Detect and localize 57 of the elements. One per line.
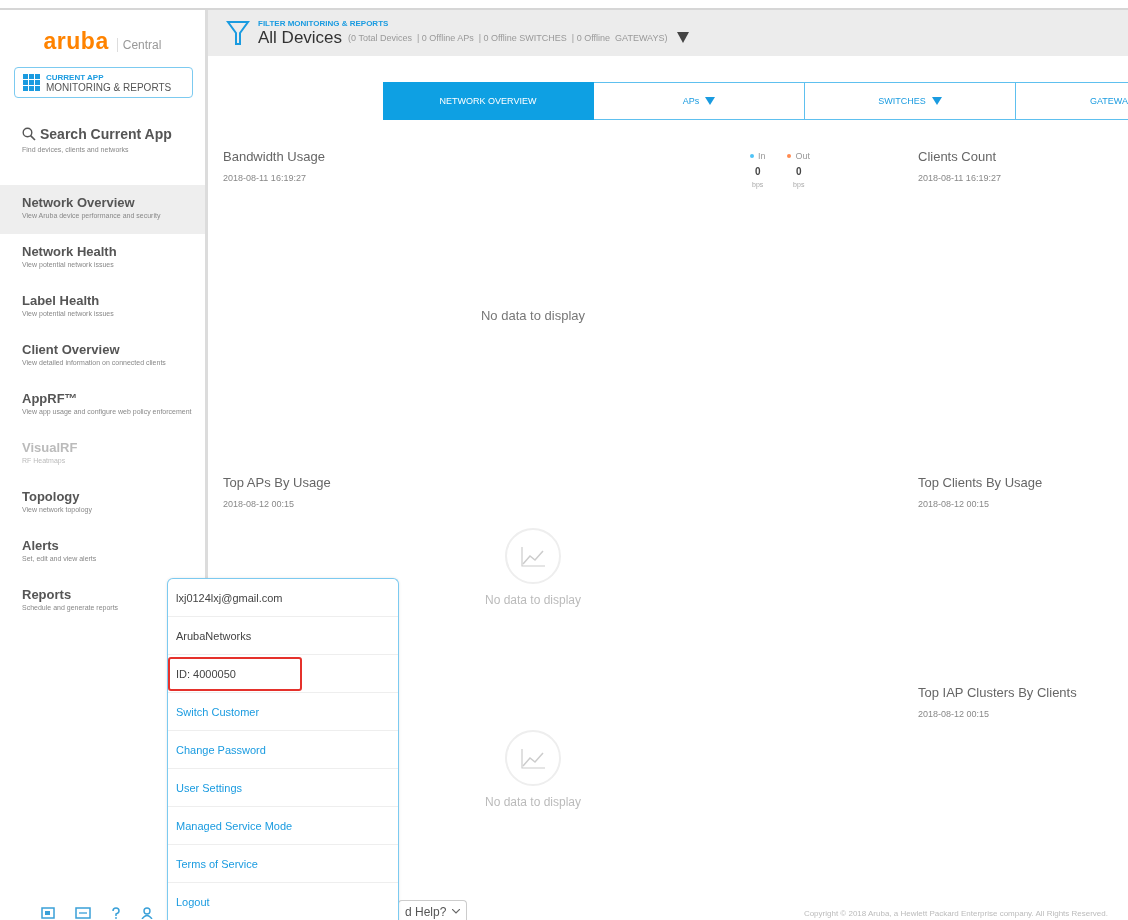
- tab[interactable]: SWITCHES: [805, 82, 1016, 120]
- search-link[interactable]: Search Current App: [40, 126, 172, 142]
- chevron-icon: [452, 909, 461, 914]
- filter-icon[interactable]: [226, 20, 250, 46]
- current-app-name: MONITORING & REPORTS: [46, 81, 172, 93]
- brand-logo: aruba: [43, 28, 109, 55]
- help-icon[interactable]: [111, 907, 121, 919]
- panel-title: Bandwidth Usage: [223, 149, 325, 164]
- user-icon[interactable]: [141, 907, 153, 919]
- product-name: Central: [116, 38, 162, 52]
- caret-icon[interactable]: [677, 32, 690, 43]
- caret-icon: [705, 97, 716, 105]
- nav-title: Client Overview: [22, 342, 121, 357]
- grid-icon: [23, 74, 40, 91]
- tab[interactable]: APs: [594, 82, 805, 120]
- menu-text: ArubaNetworks: [168, 617, 398, 655]
- panel-title: Top IAP Clusters By Clients: [918, 685, 1077, 700]
- menu-text: lxj0124lxj@gmail.com: [168, 579, 398, 617]
- empty-message: No data to display: [484, 795, 582, 809]
- nav-title: Label Health: [22, 293, 101, 308]
- empty-message: No data to display: [480, 308, 586, 323]
- device-summary: (0 Total Devices | 0 Offline APs | 0 Offline SWITCHES | 0 Offline GATEWAYS): [348, 32, 668, 43]
- menu-link[interactable]: Change Password: [168, 731, 398, 769]
- current-app-button[interactable]: CURRENT APP MONITORING & REPORTS: [14, 67, 193, 98]
- search-icon[interactable]: [22, 127, 36, 141]
- nav-title: VisualRF: [22, 440, 79, 455]
- empty-message: No data to display: [484, 593, 582, 607]
- legend-value: 0: [754, 166, 761, 177]
- panel-timestamp: 2018-08-11 16:19:27: [918, 173, 1001, 183]
- panel-title: Top Clients By Usage: [918, 475, 1043, 490]
- nav-title: AppRF™: [22, 391, 79, 406]
- empty-chart-icon: [504, 729, 562, 787]
- filter-title: All Devices: [258, 27, 343, 48]
- filter-caption: FILTER MONITORING & REPORTS: [258, 18, 390, 28]
- help-button[interactable]: d Help?: [398, 900, 468, 920]
- legend-value: 0: [795, 166, 802, 177]
- message-icon[interactable]: [75, 907, 91, 919]
- panel-title: Top APs By Usage: [223, 475, 331, 490]
- menu-link[interactable]: User Settings: [168, 769, 398, 807]
- legend-label: In: [757, 151, 766, 161]
- menu-link[interactable]: Managed Service Mode: [168, 807, 398, 845]
- panel-timestamp: 2018-08-11 16:19:27: [223, 173, 307, 183]
- caret-icon: [931, 97, 942, 105]
- panel-title: Clients Count: [918, 149, 998, 164]
- nav-title: Alerts: [22, 538, 60, 553]
- nav-title: Network Health: [22, 244, 118, 259]
- panel-timestamp: 2018-08-12 00:15: [223, 499, 296, 509]
- menu-text: ID: 4000050: [168, 655, 398, 693]
- panel-timestamp: 2018-08-12 00:15: [918, 709, 991, 719]
- empty-chart-icon: [504, 527, 562, 585]
- tab[interactable]: GATEWA: [1016, 82, 1128, 120]
- nav-title: Network Overview: [22, 195, 136, 210]
- panel-timestamp: 2018-08-12 00:15: [918, 499, 991, 509]
- current-app-caption: CURRENT APP: [46, 72, 105, 82]
- nav-title: Topology: [22, 489, 81, 504]
- picture-icon[interactable]: [41, 907, 55, 919]
- legend-label: Out: [795, 151, 810, 161]
